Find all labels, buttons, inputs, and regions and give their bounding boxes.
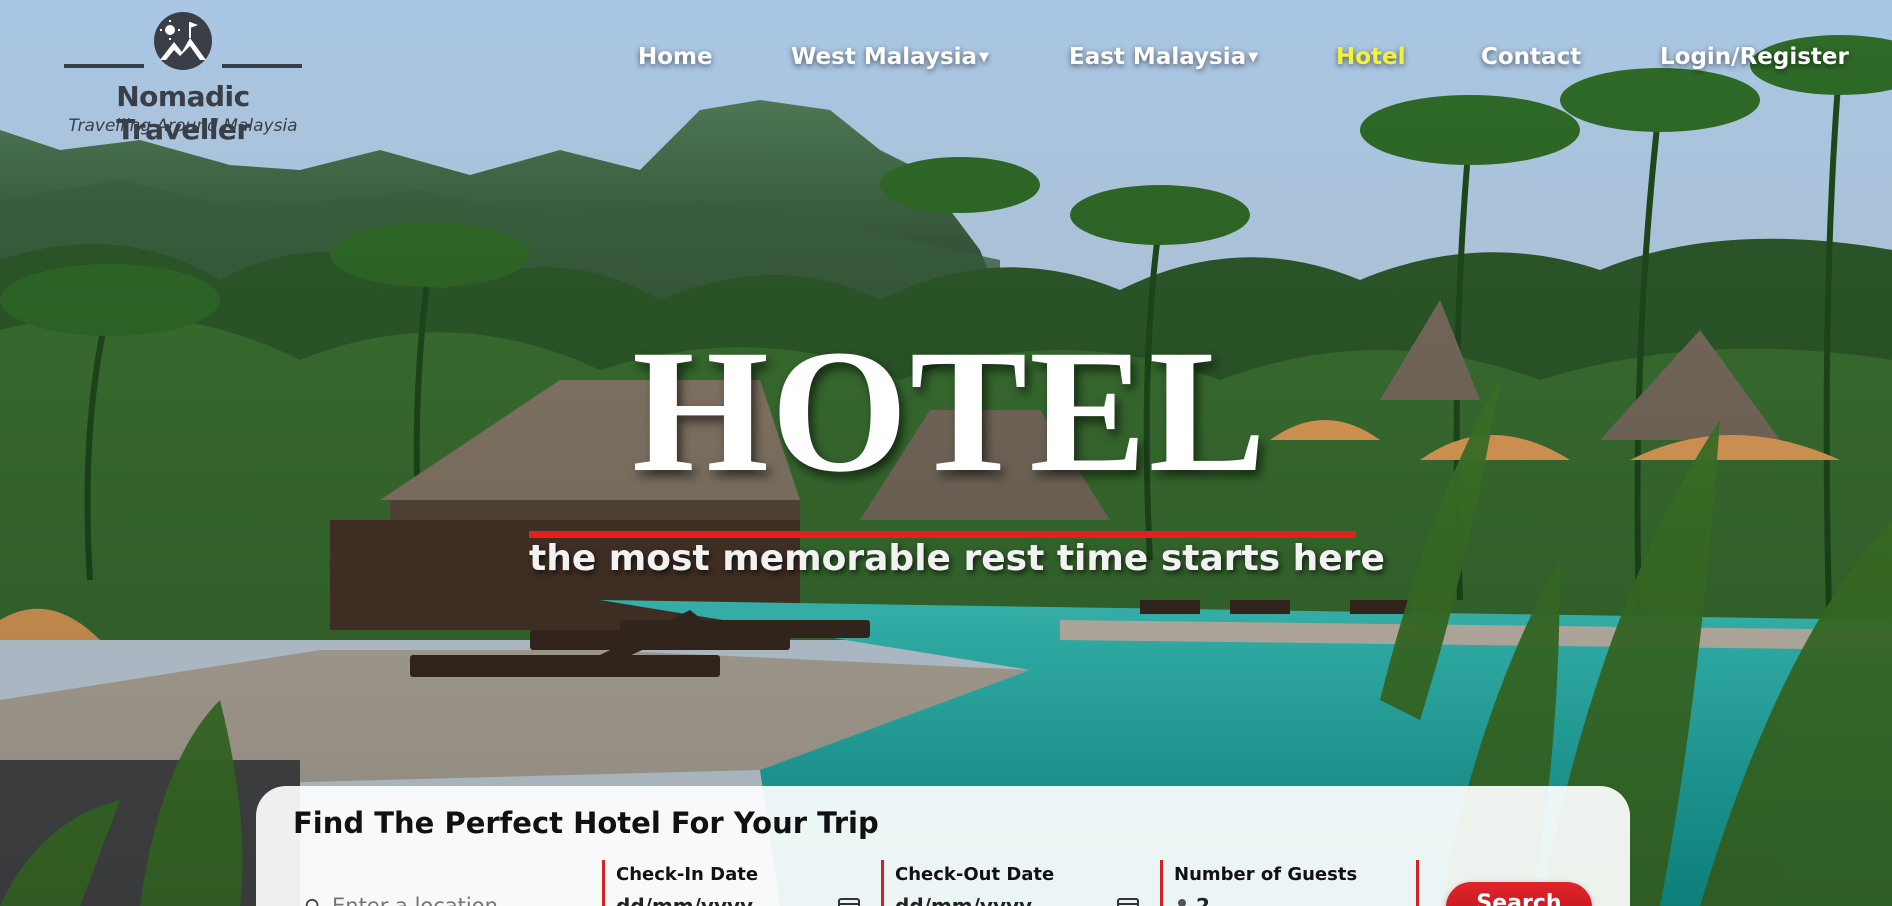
field-divider — [1160, 860, 1163, 906]
field-divider — [881, 860, 884, 906]
headline-underline — [529, 531, 1356, 538]
brand-tagline: Travelling Around Malaysia — [68, 116, 298, 136]
checkin-date-input[interactable]: dd/mm/yyyy — [616, 894, 753, 906]
field-divider — [602, 860, 605, 906]
checkout-field[interactable]: Check-Out Date dd/mm/yyyy — [881, 856, 1151, 906]
nav-login-register[interactable]: Login/Register — [1660, 44, 1849, 70]
nav-hotel-label: Hotel — [1336, 44, 1406, 70]
brand-name: Nomadic Traveller — [116, 80, 250, 146]
page-headline: HOTEL — [632, 314, 1268, 509]
search-panel-title: Find The Perfect Hotel For Your Trip — [293, 806, 879, 840]
guests-input[interactable]: 2 — [1196, 894, 1210, 906]
checkout-date-input[interactable]: dd/mm/yyyy — [895, 894, 1032, 906]
caret-down-icon: ▼ — [1248, 50, 1259, 65]
nav-contact-label: Contact — [1481, 44, 1582, 70]
nav-home-label: Home — [638, 44, 713, 70]
field-divider — [1416, 860, 1419, 906]
guests-field[interactable]: Number of Guests 2 — [1160, 856, 1410, 906]
calendar-icon[interactable] — [838, 898, 860, 906]
checkin-field[interactable]: Check-In Date dd/mm/yyyy — [602, 856, 872, 906]
caret-down-icon: ▼ — [979, 50, 990, 65]
location-search-icon — [305, 898, 319, 906]
nav-home[interactable]: Home — [638, 44, 713, 70]
button-divider-wrap — [1416, 856, 1420, 906]
nav-east-malaysia[interactable]: East Malaysia ▼ — [1069, 44, 1258, 70]
nav-contact[interactable]: Contact — [1481, 44, 1581, 70]
location-input[interactable] — [332, 894, 562, 906]
checkout-label: Check-Out Date — [895, 864, 1055, 885]
guests-label: Number of Guests — [1174, 864, 1358, 885]
main-navigation: Home West Malaysia ▼ East Malaysia ▼ Hotel… — [0, 44, 1892, 84]
nav-login-register-label: Login/Register — [1660, 44, 1849, 70]
person-icon — [1178, 899, 1186, 906]
nav-west-malaysia-label: West Malaysia — [791, 44, 978, 70]
hotel-search-panel: Find The Perfect Hotel For Your Trip Che… — [256, 786, 1630, 906]
calendar-icon[interactable] — [1117, 898, 1139, 906]
nav-hotel[interactable]: Hotel — [1336, 44, 1406, 70]
search-button[interactable]: Search — [1446, 882, 1592, 906]
checkin-label: Check-In Date — [616, 864, 759, 885]
nav-west-malaysia[interactable]: West Malaysia ▼ — [791, 44, 989, 70]
hero-subheadline: the most memorable rest time starts here — [529, 538, 1385, 579]
nav-east-malaysia-label: East Malaysia — [1069, 44, 1247, 70]
